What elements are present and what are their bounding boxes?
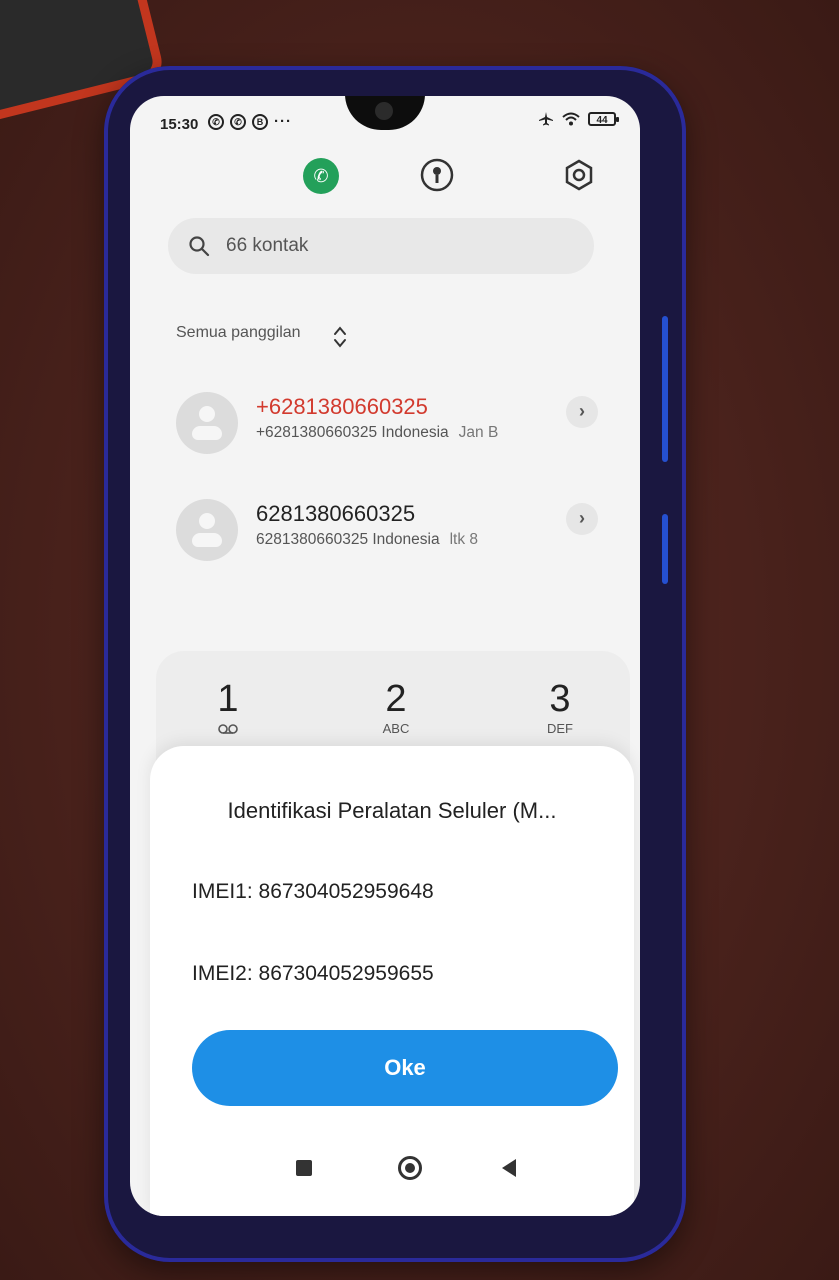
call-name: +6281380660325	[256, 394, 428, 419]
whatsapp-icon: ✆	[208, 113, 224, 130]
avatar	[176, 499, 238, 561]
call-name: 6281380660325	[256, 501, 416, 526]
call-time: ltk 8	[449, 531, 479, 548]
chevron-right-icon[interactable]: ›	[566, 396, 598, 428]
dial-key-3[interactable]: 3 DEF	[520, 679, 600, 736]
call-detail: +6281380660325 Indonesia Jan B	[256, 424, 498, 442]
airplane-icon	[539, 112, 553, 126]
imei2-text: IMEI2: 867304052959655	[192, 962, 434, 985]
status-icons-right: 44	[538, 111, 619, 127]
chevron-up-down-icon[interactable]	[332, 324, 348, 350]
voicemail-icon	[218, 724, 238, 734]
b-icon: B	[252, 113, 268, 130]
dial-key-2[interactable]: 2 ABC	[356, 679, 436, 736]
call-detail-text: +6281380660325 Indonesia	[256, 424, 449, 441]
search-icon	[189, 236, 210, 257]
call-log-item[interactable]: 6281380660325 6281380660325 Indonesia ltk…	[130, 499, 640, 579]
imei1-text: IMEI1: 867304052959648	[192, 880, 434, 903]
status-time: 15:30	[160, 116, 199, 133]
avatar	[176, 392, 238, 454]
ok-button[interactable]: Oke	[192, 1030, 618, 1106]
phone-screen: 15:30 ✆ ✆ B ··· 44 ✆ 66 kontak Semua pan…	[130, 96, 640, 1216]
wifi-icon	[562, 112, 580, 126]
recents-icon[interactable]	[296, 1160, 312, 1176]
front-camera	[375, 102, 393, 120]
call-detail-text: 6281380660325 Indonesia	[256, 531, 440, 548]
dial-key-1[interactable]: 1	[188, 679, 268, 740]
battery-icon: 44	[588, 112, 619, 126]
top-nav: ✆	[130, 156, 640, 196]
call-log-item[interactable]: +6281380660325 +6281380660325 Indonesia J…	[130, 392, 640, 472]
search-bar[interactable]: 66 kontak	[168, 218, 594, 274]
more-notifications-icon: ···	[274, 113, 292, 130]
chevron-right-icon[interactable]: ›	[566, 503, 598, 535]
call-detail: 6281380660325 Indonesia ltk 8	[256, 531, 478, 549]
call-filter-dropdown[interactable]: Semua panggilan	[176, 324, 301, 342]
phone-icon[interactable]: ✆	[303, 158, 339, 194]
call-time: Jan B	[458, 424, 499, 441]
whatsapp-icon: ✆	[230, 113, 246, 130]
settings-icon[interactable]	[562, 158, 596, 192]
power-button	[662, 514, 668, 584]
volume-button	[662, 316, 668, 462]
dialog-title: Identifikasi Peralatan Seluler (M...	[227, 798, 557, 823]
contacts-icon[interactable]	[420, 158, 454, 192]
system-nav-bar	[130, 1138, 640, 1198]
search-placeholder: 66 kontak	[226, 235, 309, 256]
notch	[345, 96, 425, 130]
home-icon[interactable]	[398, 1156, 422, 1180]
back-icon[interactable]	[502, 1159, 516, 1177]
notification-icons: ✆ ✆ B ···	[208, 113, 292, 130]
